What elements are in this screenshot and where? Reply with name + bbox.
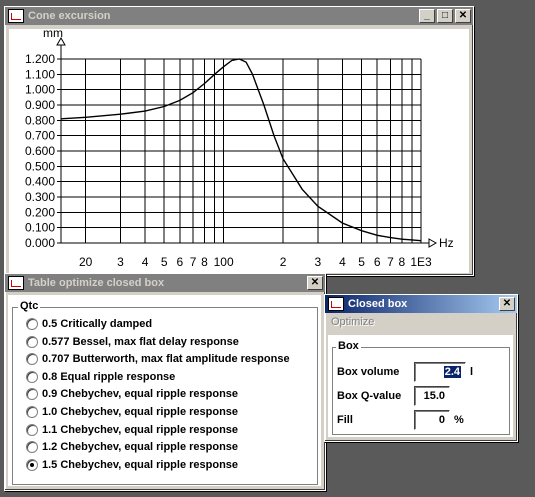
closed-window-title: Closed box [348,298,408,310]
y-tick-label: 1.000 [25,83,55,97]
y-tick-label: 1.100 [25,67,55,81]
close-button[interactable]: ✕ [455,9,471,23]
y-tick-label: 0.100 [25,221,55,235]
x-tick-label: 8 [201,255,208,269]
x-tick-label: 4 [142,255,149,269]
menu-bar: Optimize [325,313,517,331]
table-window-title: Table optimize closed box [28,277,165,289]
radio-button[interactable] [26,423,38,436]
y-tick-label: 0.500 [25,159,55,173]
fill-unit: % [454,414,464,426]
qtc-option-label: 1.1 Chebychev, equal ripple response [42,423,239,436]
fill-input[interactable]: 0 [414,410,450,430]
y-tick-label: 1.200 [25,52,55,66]
box-group-label: Box [336,340,361,352]
menu-optimize[interactable]: Optimize [331,316,374,328]
box-volume-label: Box volume [337,366,400,378]
x-tick-label: 2 [280,255,287,269]
x-tick-label: 8 [399,255,406,269]
y-tick-label: 0.000 [25,236,55,250]
fill-label: Fill [337,414,353,426]
qtc-option[interactable]: 0.577 Bessel, max flat delay response [26,334,239,350]
y-tick-label: 0.900 [25,98,55,112]
x-tick-label: 7 [190,255,197,269]
radio-button[interactable] [26,458,38,471]
qtc-option-label: 1.0 Chebychev, equal ripple response [42,406,239,418]
cone-excursion-chart: 0.0000.100 0.2000.3000.400 0.5000.6000.700… [25,26,454,269]
qtc-option-label: 0.8 Equal ripple response [42,370,176,383]
closed-close-button[interactable]: ✕ [499,297,515,311]
qtc-option[interactable]: 1.0 Chebychev, equal ripple response [26,404,238,420]
maximize-button[interactable]: □ [437,9,453,23]
x-tick-label: 6 [176,255,183,269]
x-tick-label: 100 [214,255,234,269]
qtc-option-label: 0.577 Bessel, max flat delay response [42,335,239,348]
box-volume-unit: l [470,366,474,378]
table-close-button[interactable]: ✕ [307,276,323,290]
plot-area: 0.000 0.100 0.200 0.300 0.400 0.500 0.600 0.700… [9,26,469,273]
y-tick-label: 0.300 [25,190,55,204]
radio-button[interactable] [26,335,38,348]
x-tick-label: 6 [374,255,381,269]
radio-button[interactable] [26,318,38,330]
x-axis-label: Hz [439,236,454,250]
x-tick-label: 20 [79,255,93,269]
qtc-option[interactable]: 1.2 Chebychev, equal ripple response [26,439,238,455]
box-q-value: 15.0 [423,390,445,402]
qtc-option[interactable]: 1.1 Chebychev, equal ripple response [26,422,238,438]
qtc-option-label: 1.5 Chebychev, equal ripple response [42,458,239,471]
x-tick-label: 4 [339,255,346,269]
excursion-curve [60,58,422,242]
fill-value: 0 [438,414,445,426]
qtc-option[interactable]: 0.5 Critically damped [26,316,152,332]
radio-button[interactable] [26,353,38,366]
radio-button[interactable] [26,370,38,383]
y-tick-label: 0.400 [25,175,55,189]
y-tick-label: 0.800 [25,113,55,127]
x-tick-label: 3 [117,255,124,269]
x-tick-label: 5 [358,255,365,269]
radio-button[interactable] [26,388,38,401]
box-volume-input[interactable]: 2.4 [414,362,466,382]
radio-button[interactable] [26,441,38,454]
qtc-option-label: 0.5 Critically damped [42,318,153,330]
closed-titlebar[interactable]: Closed box ✕ [325,295,517,313]
closed-app-icon [328,297,344,311]
chart-app-icon [8,9,24,23]
box-volume-value: 2.4 [443,366,461,378]
qtc-option-label: 1.2 Chebychev, equal ripple response [42,441,239,454]
box-q-label: Box Q-value [337,390,402,402]
table-optimize-window: Table optimize closed box ✕ Qtc 0.5 Crit… [4,273,326,491]
cone-titlebar[interactable]: Cone excursion _ □ ✕ [5,7,473,25]
y-tick-label: 0.600 [25,144,55,158]
qtc-option-label: 0.707 Butterworth, max flat amplitude re… [42,353,290,366]
qtc-option[interactable]: 0.707 Butterworth, max flat amplitude re… [26,351,290,367]
table-app-icon [8,276,24,290]
cone-excursion-window: Cone excursion _ □ ✕ 0.000 0.100 0.200 0.30… [4,6,474,276]
y-tick-label: 0.200 [25,205,55,219]
x-axis-arrow [428,238,438,248]
box-q-input[interactable]: 15.0 [414,386,450,406]
qtc-option-label: 0.9 Chebychev, equal ripple response [42,388,239,401]
x-tick-label: 1E3 [410,255,432,269]
x-tick-label: 3 [314,255,321,269]
qtc-option[interactable]: 0.9 Chebychev, equal ripple response [26,386,238,402]
radio-button[interactable] [26,406,38,418]
qtc-option[interactable]: 0.8 Equal ripple response [26,369,175,385]
y-tick-label: 0.700 [25,129,55,143]
minimize-button[interactable]: _ [419,9,435,23]
closed-box-window: Closed box ✕ Optimize Box Box volume 2.4… [324,294,518,442]
x-tick-label: 7 [387,255,394,269]
qtc-group-label: Qtc [18,300,41,312]
cone-window-title: Cone excursion [28,10,111,22]
qtc-option[interactable]: 1.5 Chebychev, equal ripple response [26,457,238,473]
y-axis-label: mm [43,29,63,40]
closed-client: Box Box volume 2.4 l Box Q-value 15.0 Fi… [328,335,513,437]
x-tick-label: 5 [161,255,168,269]
table-titlebar[interactable]: Table optimize closed box ✕ [5,274,325,292]
table-client: Qtc 0.5 Critically damped 0.577 Bessel, m… [8,295,321,486]
